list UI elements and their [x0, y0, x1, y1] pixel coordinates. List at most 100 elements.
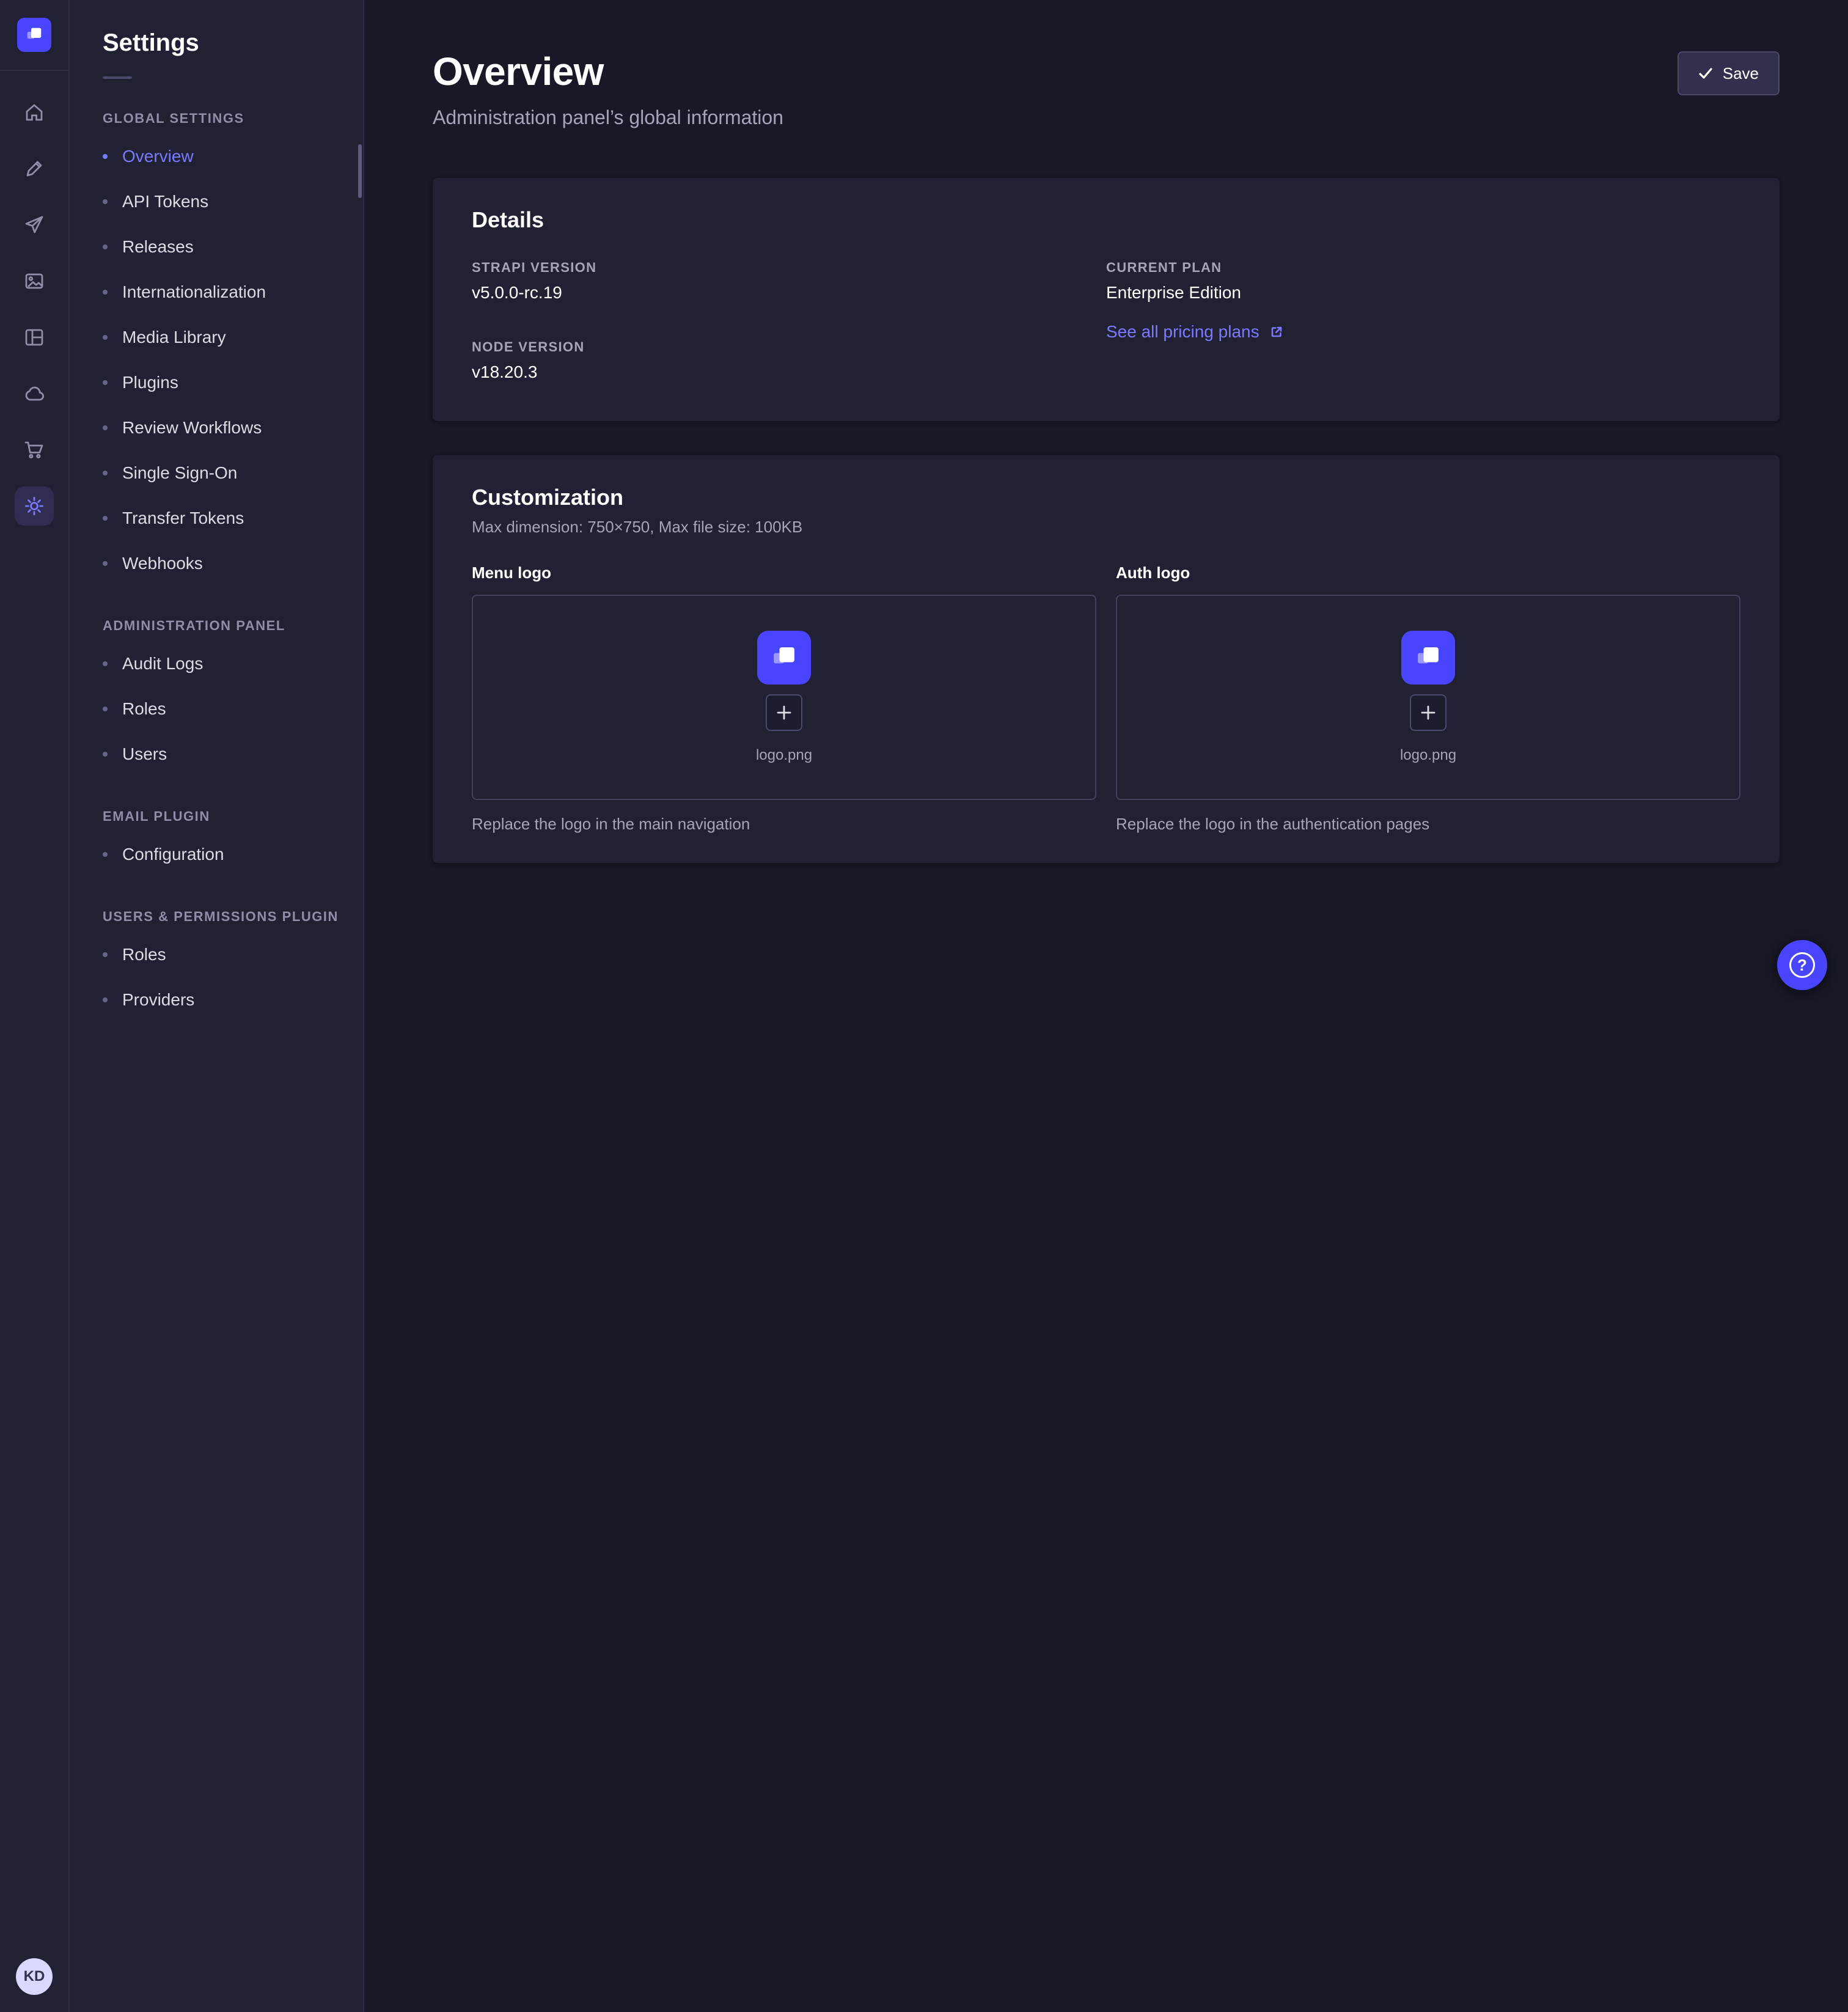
settings-nav-item-review-workflows[interactable]: Review Workflows: [103, 405, 346, 450]
settings-title-divider: [103, 76, 132, 79]
auth-logo-upload: Auth logo logo: [1116, 564, 1740, 834]
subnav-scrollbar-thumb[interactable]: [358, 144, 362, 198]
settings-nav-item-transfer-tokens[interactable]: Transfer Tokens: [103, 496, 346, 541]
nav-item-label: Providers: [122, 990, 194, 1010]
cloud-icon: [23, 383, 45, 405]
external-link-icon: [1269, 325, 1284, 339]
strapi-logo[interactable]: [17, 18, 51, 52]
nav-releases[interactable]: [15, 205, 54, 244]
save-button[interactable]: Save: [1678, 51, 1780, 95]
page-header: Overview Administration panel’s global i…: [433, 49, 1780, 129]
nav-content-type-builder[interactable]: [15, 318, 54, 357]
nav-settings[interactable]: [15, 486, 54, 526]
settings-nav-item-admin-roles[interactable]: Roles: [103, 686, 346, 732]
settings-nav-item-up-roles[interactable]: Roles: [103, 932, 346, 977]
user-avatar[interactable]: KD: [16, 1958, 53, 1995]
nav-item-label: Media Library: [122, 328, 226, 347]
bullet-icon: [103, 661, 108, 666]
current-plan-label: CURRENT PLAN: [1106, 260, 1740, 276]
question-mark-icon: ?: [1789, 952, 1815, 978]
nav-item-label: Single Sign-On: [122, 463, 237, 483]
pricing-plans-link[interactable]: See all pricing plans: [1106, 322, 1284, 342]
settings-nav-item-users[interactable]: Users: [103, 732, 346, 777]
nav-item-label: Configuration: [122, 845, 224, 864]
strapi-version-label: STRAPI VERSION: [472, 260, 1106, 276]
nav-item-label: API Tokens: [122, 192, 208, 211]
details-card-title: Details: [472, 207, 1740, 233]
auth-logo-add-button[interactable]: [1410, 694, 1447, 731]
settings-nav-item-email-configuration[interactable]: Configuration: [103, 832, 346, 877]
customization-card-title: Customization: [472, 485, 1740, 510]
node-version-label: NODE VERSION: [472, 339, 1106, 355]
nav-item-label: Transfer Tokens: [122, 509, 244, 528]
gear-icon: [23, 495, 45, 517]
auth-logo-dropzone[interactable]: logo.png: [1116, 595, 1740, 800]
nav-item-label: Overview: [122, 147, 194, 166]
bullet-icon: [103, 516, 108, 521]
pricing-plans-link-label: See all pricing plans: [1106, 322, 1260, 342]
nav-content-manager[interactable]: [15, 149, 54, 188]
auth-logo-caption: Replace the logo in the authentication p…: [1116, 815, 1740, 834]
nav-cloud[interactable]: [15, 374, 54, 413]
main-nav-brand-area: [0, 0, 68, 71]
details-left-column: STRAPI VERSION v5.0.0-rc.19 NODE VERSION…: [472, 260, 1106, 382]
nav-item-label: Review Workflows: [122, 418, 262, 438]
bullet-icon: [103, 561, 108, 566]
bullet-icon: [103, 380, 108, 385]
settings-nav-item-providers[interactable]: Providers: [103, 977, 346, 1023]
help-button[interactable]: ?: [1777, 940, 1827, 990]
settings-nav-item-single-sign-on[interactable]: Single Sign-On: [103, 450, 346, 496]
nav-item-label: Audit Logs: [122, 654, 203, 674]
settings-title: Settings: [103, 29, 346, 57]
nav-home[interactable]: [15, 93, 54, 132]
section-label-global-settings: GLOBAL SETTINGS: [103, 111, 346, 127]
section-label-users-permissions-plugin: USERS & PERMISSIONS PLUGIN: [103, 909, 346, 925]
strapi-mark-icon: [1410, 639, 1447, 676]
nav-media-library[interactable]: [15, 262, 54, 301]
plus-icon: [776, 704, 793, 721]
layout-icon: [23, 326, 45, 348]
settings-nav-item-internationalization[interactable]: Internationalization: [103, 270, 346, 315]
bullet-icon: [103, 997, 108, 1002]
node-version-value: v18.20.3: [472, 362, 1106, 382]
menu-logo-caption: Replace the logo in the main navigation: [472, 815, 1096, 834]
bullet-icon: [103, 154, 108, 159]
nav-item-label: Internationalization: [122, 282, 266, 302]
avatar-initials: KD: [24, 1968, 45, 1985]
save-button-label: Save: [1723, 64, 1759, 83]
strapi-version-value: v5.0.0-rc.19: [472, 283, 1106, 303]
customization-card: Customization Max dimension: 750×750, Ma…: [433, 455, 1780, 863]
settings-nav-item-api-tokens[interactable]: API Tokens: [103, 179, 346, 224]
strapi-logo-icon: [22, 23, 46, 47]
bullet-icon: [103, 290, 108, 295]
home-icon: [23, 101, 45, 123]
nav-marketplace[interactable]: [15, 430, 54, 469]
strapi-version-field: STRAPI VERSION v5.0.0-rc.19: [472, 260, 1106, 303]
bullet-icon: [103, 244, 108, 249]
bullet-icon: [103, 199, 108, 204]
menu-logo-dropzone[interactable]: logo.png: [472, 595, 1096, 800]
auth-logo-file-name: logo.png: [1400, 747, 1456, 764]
settings-nav-item-audit-logs[interactable]: Audit Logs: [103, 641, 346, 686]
settings-subnav: Settings GLOBAL SETTINGS Overview API To…: [70, 0, 364, 2012]
settings-nav-item-releases[interactable]: Releases: [103, 224, 346, 270]
settings-subnav-inner: Settings GLOBAL SETTINGS Overview API To…: [70, 0, 363, 1052]
content-manager-icon: [23, 158, 45, 180]
settings-nav-item-webhooks[interactable]: Webhooks: [103, 541, 346, 586]
settings-nav-item-media-library[interactable]: Media Library: [103, 315, 346, 360]
bullet-icon: [103, 425, 108, 430]
nav-item-label: Plugins: [122, 373, 178, 392]
auth-logo-label: Auth logo: [1116, 564, 1740, 582]
settings-nav-item-plugins[interactable]: Plugins: [103, 360, 346, 405]
menu-logo-add-button[interactable]: [766, 694, 802, 731]
page-title: Overview: [433, 49, 783, 94]
plus-icon: [1420, 704, 1437, 721]
settings-nav-item-overview[interactable]: Overview: [103, 134, 346, 179]
details-card: Details STRAPI VERSION v5.0.0-rc.19 NODE…: [433, 178, 1780, 421]
bullet-icon: [103, 707, 108, 711]
section-label-email-plugin: EMAIL PLUGIN: [103, 809, 346, 824]
media-library-icon: [23, 270, 45, 292]
bullet-icon: [103, 752, 108, 757]
page-header-text: Overview Administration panel’s global i…: [433, 49, 783, 129]
app-root: KD Settings GLOBAL SETTINGS Overview API…: [0, 0, 1848, 2012]
